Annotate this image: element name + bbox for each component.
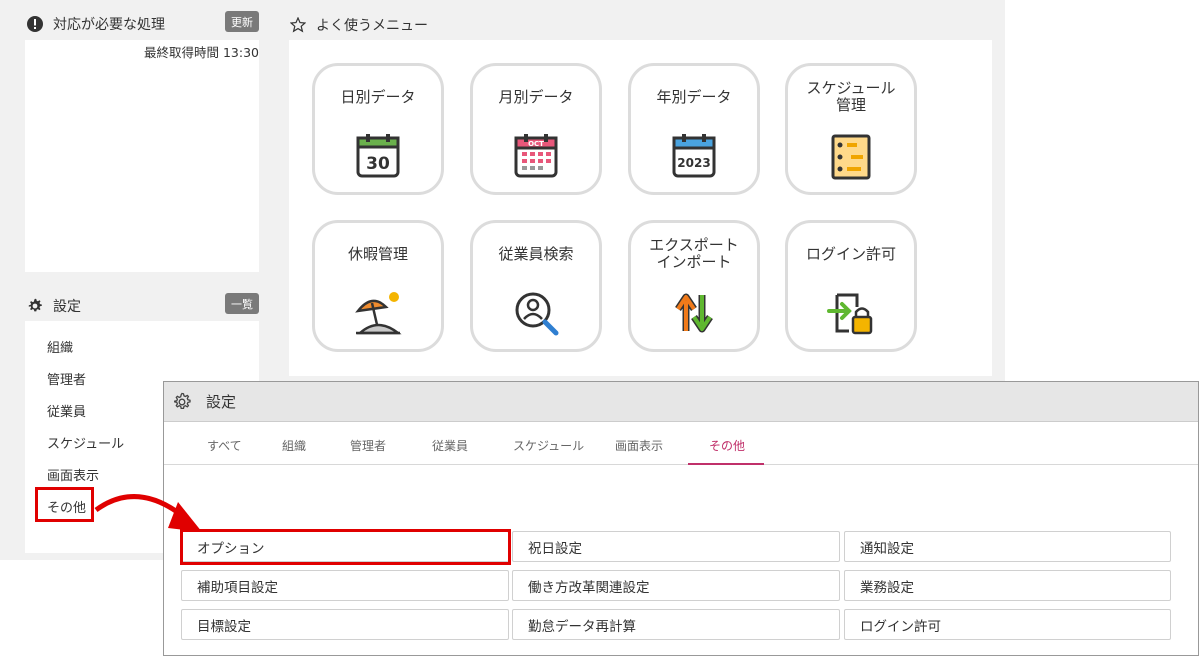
settings-item-admin[interactable]: 管理者 [47, 369, 86, 388]
active-tab-indicator [688, 463, 764, 465]
calendar-2023-icon: 2023 [672, 134, 716, 178]
tile-login-permission[interactable]: ログイン許可 [785, 220, 917, 352]
tab-other[interactable]: その他 [709, 437, 745, 454]
list-button[interactable]: 一覧 [225, 293, 259, 314]
settings-header: 設定 [27, 296, 81, 316]
alerts-header: 対応が必要な処理 [27, 14, 165, 34]
option-notification-settings[interactable]: 通知設定 [844, 531, 1171, 562]
tile-monthly-data[interactable]: 月別データ OCT [470, 63, 602, 195]
schedule-board-icon [831, 134, 871, 180]
tab-employee[interactable]: 従業員 [432, 437, 468, 454]
option-holiday-settings[interactable]: 祝日設定 [512, 531, 840, 562]
tab-display[interactable]: 画面表示 [615, 437, 663, 454]
up-down-arrows-icon [675, 293, 713, 333]
alerts-panel: 最終取得時間 13:30 [25, 40, 259, 272]
red-curved-arrow-icon [94, 494, 202, 532]
login-lock-icon [827, 293, 873, 335]
tile-daily-data[interactable]: 日別データ 30 [312, 63, 444, 195]
tile-label: 年別データ [656, 87, 732, 106]
tab-schedule[interactable]: スケジュール [513, 437, 584, 454]
user-search-icon [515, 292, 559, 336]
alerts-title: 対応が必要な処理 [53, 17, 165, 33]
tile-label: 従業員検索 [498, 244, 574, 263]
gear-outline-icon [174, 392, 191, 409]
tile-label: 休暇管理 [347, 244, 408, 263]
tile-leave-management[interactable]: 休暇管理 [312, 220, 444, 352]
settings-item-schedule[interactable]: スケジュール [47, 433, 124, 452]
star-icon [290, 17, 306, 33]
highlight-other-box [35, 487, 94, 522]
settings-dialog: 設定 すべて 組織 管理者 従業員 スケジュール 画面表示 その他 オプション … [163, 381, 1199, 656]
option-workstyle-reform[interactable]: 働き方改革関連設定 [512, 570, 840, 601]
dialog-tabs: すべて 組織 管理者 従業員 スケジュール 画面表示 その他 [164, 423, 1198, 465]
tile-schedule-management[interactable]: スケジュール 管理 [785, 63, 917, 195]
tile-label: スケジュール 管理 [806, 79, 896, 114]
update-button[interactable]: 更新 [225, 11, 259, 32]
cal-year-text: 2023 [677, 156, 710, 170]
calendar-30-icon: 30 [356, 134, 400, 178]
dialog-title: 設定 [206, 393, 237, 411]
option-login-permission[interactable]: ログイン許可 [844, 609, 1171, 640]
option-attendance-recalc[interactable]: 勤怠データ再計算 [512, 609, 840, 640]
tile-label: エクスポート インポート [649, 236, 739, 271]
exclamation-icon [27, 16, 43, 32]
highlight-option-box [180, 529, 511, 565]
option-goal-settings[interactable]: 目標設定 [181, 609, 509, 640]
tile-label: ログイン許可 [805, 244, 896, 263]
settings-item-employee[interactable]: 従業員 [47, 401, 86, 420]
tile-yearly-data[interactable]: 年別データ 2023 [628, 63, 760, 195]
option-aux-fields[interactable]: 補助項目設定 [181, 570, 509, 601]
last-fetched-time: 最終取得時間 13:30 [144, 45, 259, 60]
calendar-oct-icon: OCT [514, 134, 558, 178]
favorites-title: よく使うメニュー [316, 18, 428, 34]
tile-label: 日別データ [340, 87, 416, 106]
option-task-settings[interactable]: 業務設定 [844, 570, 1171, 601]
cal-month-text: OCT [528, 140, 544, 148]
cal-day-text: 30 [366, 154, 390, 174]
beach-umbrella-icon [355, 292, 402, 335]
gear-icon [28, 298, 42, 312]
tab-organization[interactable]: 組織 [282, 437, 306, 454]
settings-title: 設定 [53, 299, 81, 315]
tab-admin[interactable]: 管理者 [350, 437, 386, 454]
tile-label: 月別データ [498, 87, 574, 106]
settings-item-organization[interactable]: 組織 [47, 337, 73, 356]
tile-employee-search[interactable]: 従業員検索 [470, 220, 602, 352]
favorites-header: よく使うメニュー [290, 15, 428, 35]
tab-all[interactable]: すべて [207, 437, 242, 454]
favorites-panel: 日別データ 30 月別データ OCT 年別データ 2023 スケジュール 管理 … [289, 40, 992, 376]
dialog-title-bar: 設定 [164, 382, 1198, 422]
tile-export-import[interactable]: エクスポート インポート [628, 220, 760, 352]
